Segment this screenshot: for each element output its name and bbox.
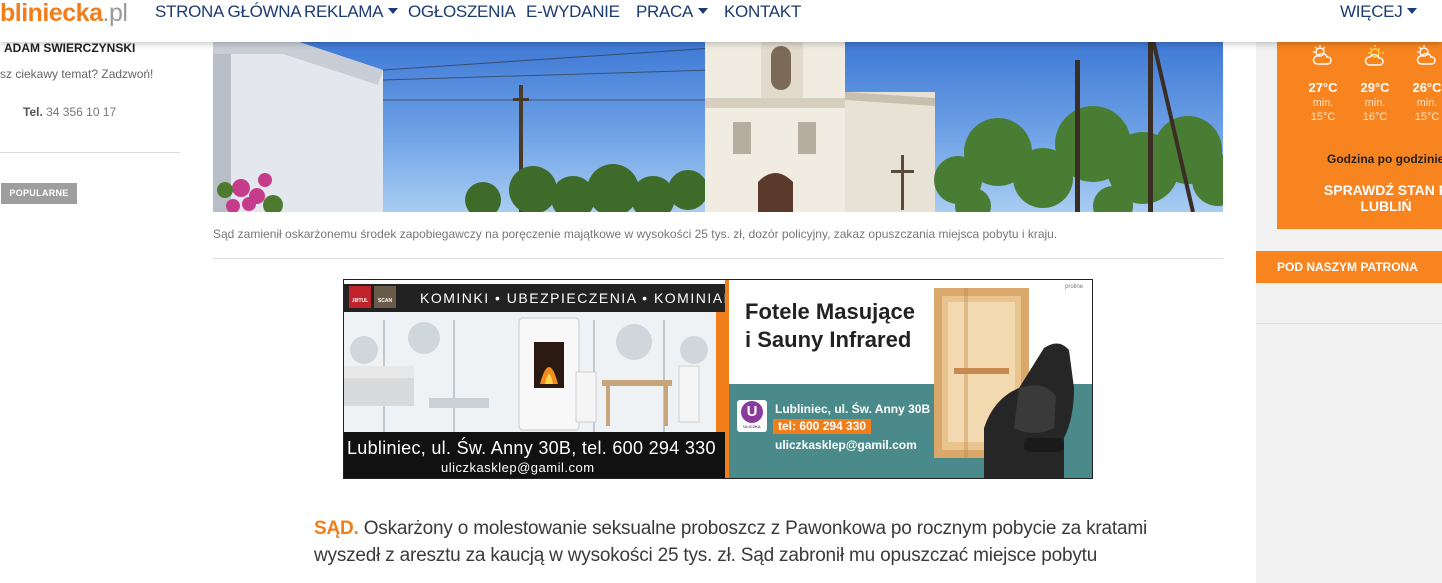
ad-fireplace-panel: JØTUL SCAN KOMINKI • UBEZPIECZENIA • KOM… [344, 280, 725, 478]
contact-phone[interactable]: Tel. 34 356 10 17 [23, 105, 116, 119]
church-photo [213, 40, 1223, 212]
weather-temp: 29°C [1360, 80, 1390, 95]
weather-min-label: min. [1416, 97, 1438, 109]
nav-label: E-WYDANIE [526, 2, 620, 21]
ad-email: uliczkasklep@gamil.com [441, 460, 595, 475]
ad-headline-line: i Sauny Infrared [745, 327, 912, 352]
chevron-down-icon [1407, 8, 1418, 14]
ad-headline-line: Fotele Masujące [745, 299, 915, 324]
nav-label: PRACA [636, 2, 694, 21]
image-caption: Sąd zamienił oskarżonemu środek zapobieg… [213, 227, 1058, 241]
weather-temp: 27°C [1308, 80, 1338, 95]
nav-label: WIĘCEJ [1340, 2, 1403, 21]
logo-name: ULICZKA [743, 424, 761, 429]
nav-kontakt[interactable]: KONTAKT [724, 2, 801, 22]
article-lead: SĄD. Oskarżony o molestowanie seksualne … [314, 515, 1154, 569]
chevron-down-icon [388, 8, 399, 14]
partly-sunny-icon [1364, 45, 1384, 66]
ad-tagline: KOMINKI • UBEZPIECZENIA • KOMINIARZ [420, 290, 725, 306]
lead-text: Oskarżony o molestowanie seksualne probo… [314, 518, 1147, 566]
chevron-down-icon [698, 8, 709, 14]
logo-tld: .pl [102, 0, 128, 27]
nav-label: REKLAMA [304, 2, 384, 21]
check-weather-link[interactable]: SPRAWDŹ STAN P LUBLIŃ [1311, 182, 1442, 214]
article-hero-image [213, 40, 1223, 212]
weather-temp: 26°C [1412, 80, 1442, 95]
divider [0, 152, 180, 153]
ad-headline: Fotele Masujące i Sauny Infrared [745, 298, 915, 354]
divider [213, 258, 1223, 259]
weather-min-temp: 16°C [1362, 111, 1388, 123]
weather-min-temp: 15°C [1310, 111, 1336, 123]
popular-tab[interactable]: POPULARNE [1, 183, 77, 204]
nav-ogloszenia[interactable]: OGŁOSZENIA [408, 2, 516, 22]
divider [1256, 323, 1442, 324]
nav-label: STRONA GŁÓWNA [155, 2, 302, 21]
ad-massage-panel: Fotele Masujące i Sauny Infrared proline… [729, 280, 1092, 478]
lead-kicker: SĄD. [314, 518, 359, 539]
nav-praca[interactable]: PRACA [636, 2, 709, 22]
scan-logo: SCAN [374, 286, 396, 308]
sauna-and-chair-illustration [934, 288, 1074, 478]
logo-letter: U [741, 401, 763, 423]
jotul-logo: JØTUL [349, 286, 371, 308]
ad-address: Lubliniec, ul. Św. Anny 30B [775, 402, 931, 416]
proline-logo: proline [1064, 284, 1083, 290]
contact-prompt: sz ciekawy temat? Zadzwoń! [0, 67, 154, 81]
ad-email: uliczkasklep@gamil.com [775, 438, 917, 452]
nav-e-wydanie[interactable]: E-WYDANIE [526, 2, 620, 22]
weather-min-label: min. [1364, 97, 1386, 109]
site-logo[interactable]: bliniecka.pl [0, 0, 128, 27]
nav-label: KONTAKT [724, 2, 801, 21]
author-name: ADAM SWIERCZYNSKI [4, 41, 136, 55]
ad-address: Lubliniec, ul. Św. Anny 30B, tel. 600 29… [347, 438, 716, 458]
partly-cloudy-icon [1312, 45, 1332, 65]
weather-min-label: min. [1312, 97, 1334, 109]
patronage-header: POD NASZYM PATRONA [1256, 251, 1442, 283]
tel-label: Tel. [23, 105, 43, 119]
hourly-forecast-link[interactable]: Godzina po godzinie [1327, 152, 1442, 166]
nav-reklama[interactable]: REKLAMA [304, 2, 399, 22]
nav-label: OGŁOSZENIA [408, 2, 516, 21]
advertisement-banner[interactable]: JØTUL SCAN KOMINKI • UBEZPIECZENIA • KOM… [343, 279, 1093, 479]
page: bliniecka.pl STRONA GŁÓWNA REKLAMA OGŁOS… [0, 0, 1442, 583]
nav-strona-glowna[interactable]: STRONA GŁÓWNA [155, 2, 302, 22]
tel-value: 34 356 10 17 [46, 105, 117, 119]
ad-phone: tel: 600 294 330 [773, 419, 872, 434]
top-navbar: bliniecka.pl STRONA GŁÓWNA REKLAMA OGŁOS… [0, 0, 1442, 42]
partly-cloudy-icon [1416, 45, 1436, 65]
nav-wiecej[interactable]: WIĘCEJ [1340, 2, 1418, 22]
logo-brand: bliniecka [0, 0, 103, 27]
weather-min-temp: 15°C [1414, 111, 1440, 123]
uliczka-logo: U ULICZKA [737, 400, 767, 432]
